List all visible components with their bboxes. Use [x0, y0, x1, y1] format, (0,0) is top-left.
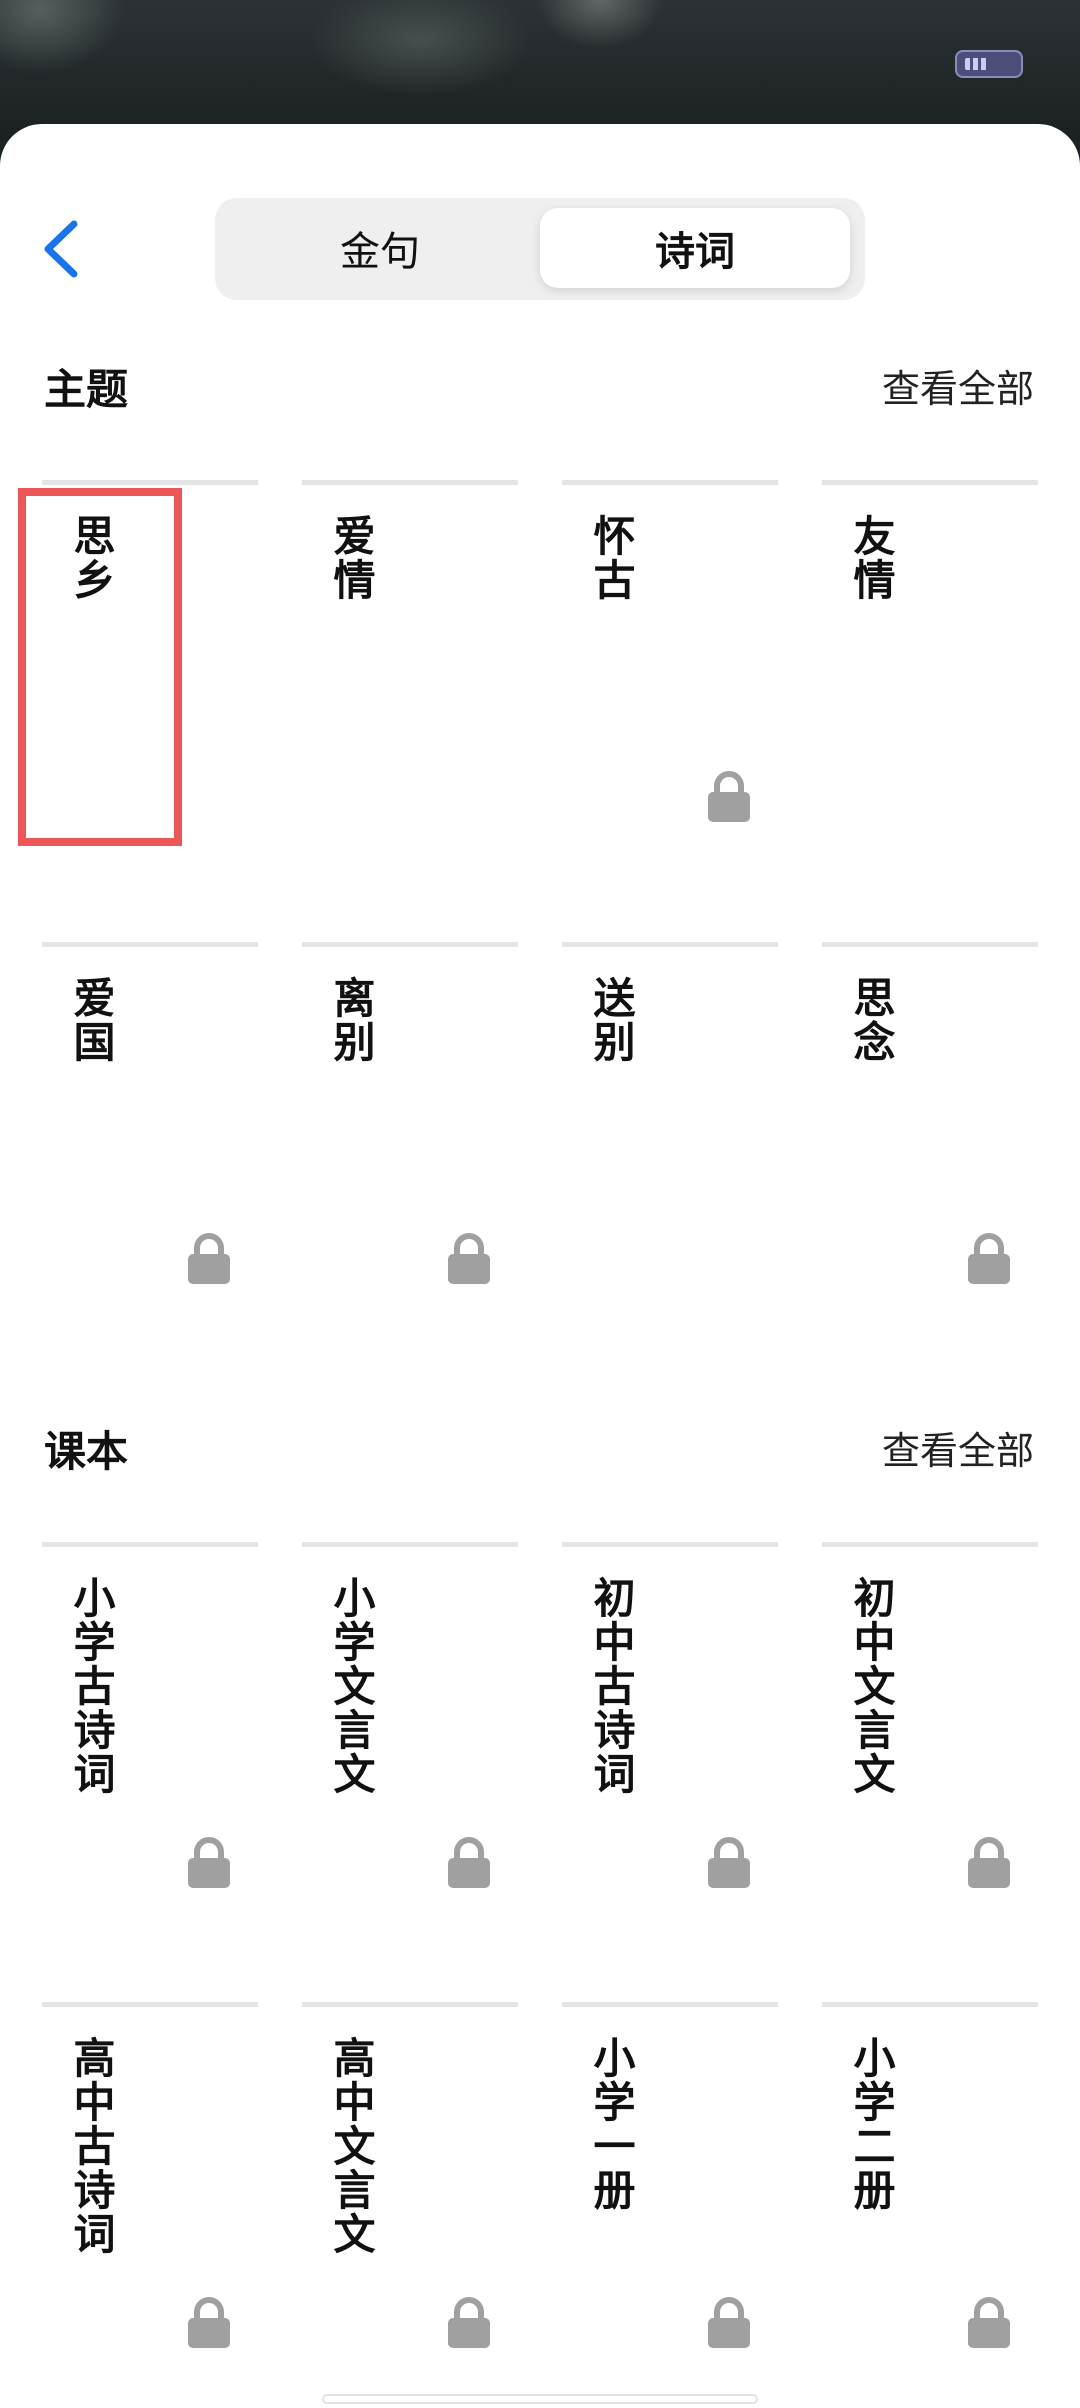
theme-card-label: 友情 — [847, 514, 896, 602]
textbook-card[interactable]: 小学古诗词 — [42, 1542, 258, 1906]
view-all-textbooks-link[interactable]: 查看全部 — [882, 1420, 1034, 1475]
theme-card[interactable]: 离别 — [302, 942, 518, 1302]
theme-card[interactable]: 送别 — [562, 942, 778, 1302]
lock-icon — [708, 1836, 750, 1888]
textbook-card-label: 小学一册 — [587, 2036, 636, 2212]
theme-card[interactable]: 怀古 — [562, 480, 778, 840]
lock-icon — [968, 1836, 1010, 1888]
lock-icon — [448, 1836, 490, 1888]
section-title-themes: 主题 — [44, 365, 129, 414]
card-divider — [302, 480, 518, 485]
lock-icon — [708, 770, 750, 822]
theme-card-label: 离别 — [327, 976, 376, 1064]
card-divider — [822, 2002, 1038, 2007]
textbook-card[interactable]: 小学一册 — [562, 2002, 778, 2366]
textbook-card-label: 小学文言文 — [327, 1576, 376, 1796]
card-divider — [562, 1542, 778, 1547]
card-divider — [562, 480, 778, 485]
textbook-card-label: 初中文言文 — [847, 1576, 896, 1796]
lock-icon — [448, 1232, 490, 1284]
card-divider — [822, 942, 1038, 947]
lock-icon — [188, 1836, 230, 1888]
textbook-card-label: 高中古诗词 — [67, 2036, 116, 2256]
tab-sentences[interactable]: 金句 — [225, 208, 535, 288]
theme-card-label: 思乡 — [67, 514, 116, 602]
card-divider — [42, 480, 258, 485]
textbook-card[interactable]: 小学二册 — [822, 2002, 1038, 2366]
card-divider — [562, 942, 778, 947]
theme-card-label: 送别 — [587, 976, 636, 1064]
textbook-card[interactable]: 初中文言文 — [822, 1542, 1038, 1906]
theme-card-label: 爱情 — [327, 514, 376, 602]
textbook-card-label: 初中古诗词 — [587, 1576, 636, 1796]
textbook-card-label: 高中文言文 — [327, 2036, 376, 2256]
lock-icon — [968, 2296, 1010, 2348]
card-divider — [822, 480, 1038, 485]
textbook-card[interactable]: 小学文言文 — [302, 1542, 518, 1906]
background-photo — [0, 0, 1080, 140]
theme-card-label: 怀古 — [587, 514, 636, 602]
textbook-card[interactable]: 初中古诗词 — [562, 1542, 778, 1906]
textbook-card[interactable]: 高中古诗词 — [42, 2002, 258, 2366]
card-divider — [822, 1542, 1038, 1547]
card-divider — [42, 942, 258, 947]
lock-icon — [188, 2296, 230, 2348]
section-title-textbooks: 课本 — [44, 1427, 129, 1476]
view-all-themes-link[interactable]: 查看全部 — [882, 358, 1034, 413]
chevron-left-icon — [44, 220, 78, 278]
theme-card[interactable]: 思乡 — [42, 480, 258, 840]
theme-card[interactable]: 爱情 — [302, 480, 518, 840]
tab-poetry[interactable]: 诗词 — [540, 208, 850, 288]
card-divider — [302, 942, 518, 947]
lock-icon — [968, 1232, 1010, 1284]
lock-icon — [708, 2296, 750, 2348]
card-divider — [302, 1542, 518, 1547]
home-indicator — [322, 2394, 758, 2404]
theme-card[interactable]: 友情 — [822, 480, 1038, 840]
card-divider — [42, 1542, 258, 1547]
lock-icon — [188, 1232, 230, 1284]
theme-card[interactable]: 爱国 — [42, 942, 258, 1302]
back-button[interactable] — [30, 214, 100, 284]
theme-card[interactable]: 思念 — [822, 942, 1038, 1302]
card-divider — [562, 2002, 778, 2007]
lock-icon — [448, 2296, 490, 2348]
theme-card-label: 思念 — [847, 976, 896, 1064]
textbook-card[interactable]: 高中文言文 — [302, 2002, 518, 2366]
bottom-sheet: 金句 诗词 主题 查看全部 思乡 爱情 怀古 友情爱国 离别 送别 思念 课本 查看全部 小… — [0, 124, 1080, 2408]
textbook-card-label: 小学古诗词 — [67, 1576, 116, 1796]
card-divider — [302, 2002, 518, 2007]
status-indicator-icon — [955, 50, 1023, 78]
textbook-card-label: 小学二册 — [847, 2036, 896, 2212]
segmented-control: 金句 诗词 — [215, 198, 865, 300]
card-divider — [42, 2002, 258, 2007]
theme-card-label: 爱国 — [67, 976, 116, 1064]
